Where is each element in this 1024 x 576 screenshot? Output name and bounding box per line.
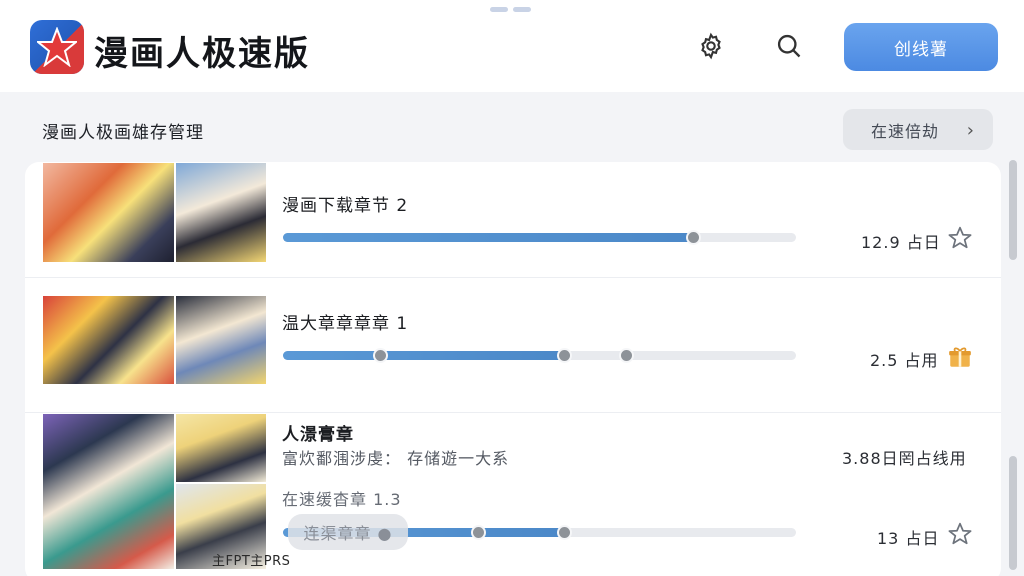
cache-list: 漫画下载章节 2 12.9 占日 温大章章章章 1 2.5 占用 人澋膏章 富炊… [25,162,1001,576]
scrollbar[interactable] [1009,160,1017,576]
progress-marker[interactable] [373,348,388,363]
progress-bar[interactable] [283,348,796,363]
list-item[interactable]: 温大章章章章 1 2.5 占用 [25,278,1001,413]
section-action-label: 在速倍劫 [871,121,940,141]
row-title: 漫画下载章节 2 [282,196,409,216]
app-header: 漫画人极速版 创线薯 [0,0,1024,92]
create-button[interactable]: 创线薯 [844,23,998,71]
star-outline-icon[interactable] [947,521,973,547]
row-subtitle: 富炊鄱涠涉虔： 存储遊一大系 [282,449,510,468]
row-title: 温大章章章章 1 [282,314,409,334]
progress-marker[interactable] [619,348,634,363]
manga-thumbnail [42,295,267,385]
chevron-right-icon: › [966,120,975,141]
toast-message: 连渠章章 ● [288,514,408,550]
row-title: 人澋膏章 [282,425,354,445]
row-subtitle-secondary: 在速缓杳章 1.3 [282,490,402,509]
star-logo-icon [30,20,84,74]
row-meta: 12.9 占日 [861,233,941,252]
manga-thumbnail [42,162,267,263]
progress-fill [283,233,699,242]
progress-knob[interactable] [686,230,701,245]
app-title: 漫画人极速版 [94,34,310,74]
section-action-button[interactable]: 在速倍劫 › [843,109,993,150]
scrollbar-thumb-top[interactable] [1009,160,1017,260]
search-icon[interactable] [773,30,805,62]
progress-knob[interactable] [557,348,572,363]
manga-thumbnail [42,413,267,570]
progress-bar[interactable] [283,230,796,245]
row-meta-top: 3.88日罔占线用 [842,449,967,468]
image-credit: 主FPT主PRS [212,554,291,569]
gift-icon[interactable] [947,344,973,370]
row-meta: 2.5 占用 [870,351,939,370]
scrollbar-thumb[interactable] [1009,456,1017,570]
progress-fill [283,351,566,360]
section-title: 漫画人极画雄存管理 [42,123,204,143]
progress-knob[interactable] [557,525,572,540]
list-item[interactable]: 漫画下载章节 2 12.9 占日 [25,162,1001,278]
progress-marker[interactable] [471,525,486,540]
list-item[interactable]: 人澋膏章 富炊鄱涠涉虔： 存储遊一大系 3.88日罔占线用 在速缓杳章 1.3 … [25,413,1001,576]
drag-handle[interactable] [490,7,531,12]
gear-icon[interactable] [695,30,727,62]
row-meta: 13 占日 [877,529,940,548]
star-outline-icon[interactable] [947,225,973,251]
